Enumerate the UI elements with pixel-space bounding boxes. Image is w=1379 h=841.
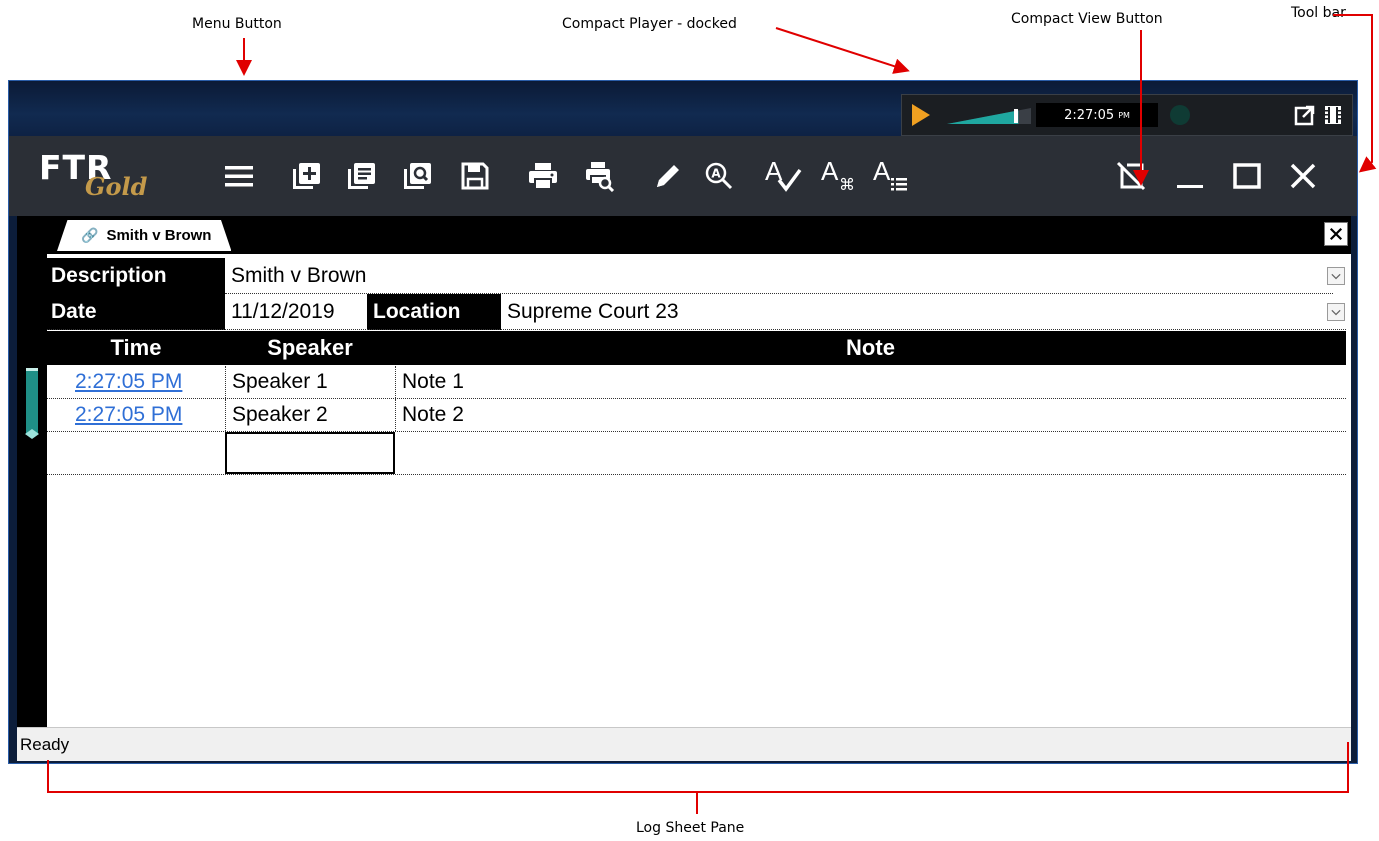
description-label: Description xyxy=(47,258,225,294)
location-value[interactable]: Supreme Court 23 xyxy=(501,294,1321,330)
text-shortcut-icon[interactable]: A ⌘ xyxy=(819,156,859,196)
menu-icon[interactable] xyxy=(223,160,255,192)
time-cell[interactable] xyxy=(47,432,225,474)
description-row: Description Smith v Brown xyxy=(47,258,1351,294)
divider xyxy=(47,329,1346,330)
description-value[interactable]: Smith v Brown xyxy=(225,258,1325,294)
time-link[interactable]: 2:27:05 PM xyxy=(75,403,182,427)
close-tab-button[interactable] xyxy=(1324,222,1348,246)
tab-strip: 🔗 Smith v Brown xyxy=(17,216,1351,254)
timeline-marker-icon[interactable] xyxy=(17,366,47,456)
svg-text:A: A xyxy=(821,156,839,186)
date-label: Date xyxy=(47,294,225,330)
tab-smith-v-brown[interactable]: 🔗 Smith v Brown xyxy=(57,220,232,251)
callout-compact-player: Compact Player - docked xyxy=(562,16,737,32)
pencil-icon[interactable] xyxy=(652,160,684,192)
status-bar: Ready xyxy=(17,727,1351,761)
new-log-icon[interactable] xyxy=(290,160,322,192)
callout-compact-view-button: Compact View Button xyxy=(1011,11,1163,27)
volume-knob[interactable] xyxy=(1014,109,1019,123)
tab-label: Smith v Brown xyxy=(106,227,212,244)
note-cell[interactable]: Note 1 xyxy=(395,366,1346,398)
speaker-cell[interactable]: Speaker 2 xyxy=(225,399,395,431)
player-time: 2:27:05 xyxy=(1064,107,1115,123)
maximize-icon[interactable] xyxy=(1231,160,1263,192)
arrow-compact-player xyxy=(775,27,910,74)
svg-text:A: A xyxy=(873,156,891,186)
callout-tool-bar: Tool bar xyxy=(1291,5,1346,21)
date-location-row: Date 11/12/2019 Location Supreme Court 2… xyxy=(47,294,1351,330)
column-headers: Time Speaker Note xyxy=(47,331,1346,365)
callout-menu-button: Menu Button xyxy=(192,16,282,32)
close-icon[interactable] xyxy=(1287,160,1319,192)
time-cell[interactable]: 2:27:05 PM xyxy=(47,366,225,398)
table-row[interactable]: 2:27:05 PM Speaker 1 Note 1 xyxy=(47,366,1346,398)
logo-gold: Gold xyxy=(85,172,148,201)
text-list-icon[interactable]: A xyxy=(871,156,911,196)
volume-slider[interactable] xyxy=(947,108,1031,124)
note-cell[interactable]: Note 2 xyxy=(395,399,1346,431)
player-ampm: PM xyxy=(1118,110,1130,120)
divider xyxy=(47,474,1346,475)
speaker-cell-active[interactable] xyxy=(225,432,395,474)
video-icon[interactable] xyxy=(1322,104,1344,126)
callout-log-sheet-pane: Log Sheet Pane xyxy=(636,820,745,836)
table-row-new[interactable] xyxy=(47,432,1346,474)
description-dropdown[interactable] xyxy=(1327,267,1345,285)
location-dropdown[interactable] xyxy=(1327,303,1345,321)
compact-player: 2:27:05 PM xyxy=(901,94,1353,136)
print-preview-icon[interactable] xyxy=(584,160,616,193)
svg-text:⌘: ⌘ xyxy=(839,175,855,194)
find-log-icon[interactable] xyxy=(401,160,433,192)
time-cell[interactable]: 2:27:05 PM xyxy=(47,399,225,431)
location-label: Location xyxy=(367,294,501,330)
ftr-gold-logo: FTR Gold xyxy=(37,148,177,204)
table-row[interactable]: 2:27:05 PM Speaker 2 Note 2 xyxy=(47,399,1346,431)
tool-bar: FTR Gold A A A ⌘ A xyxy=(9,136,1357,216)
player-time-display: 2:27:05 PM xyxy=(1036,103,1158,127)
time-link[interactable]: 2:27:05 PM xyxy=(75,370,182,394)
volume-bar xyxy=(947,108,1031,124)
date-value[interactable]: 11/12/2019 xyxy=(225,294,365,330)
note-cell[interactable] xyxy=(395,432,1346,474)
status-text: Ready xyxy=(20,734,70,754)
minimize-icon[interactable] xyxy=(1174,160,1206,192)
column-header-time[interactable]: Time xyxy=(47,331,225,365)
speaker-cell[interactable]: Speaker 1 xyxy=(225,366,395,398)
close-tab-icon xyxy=(1329,227,1343,241)
search-icon[interactable]: A xyxy=(703,160,735,192)
open-log-icon[interactable] xyxy=(345,160,377,192)
svg-text:A: A xyxy=(711,167,721,181)
column-header-speaker[interactable]: Speaker xyxy=(225,331,395,365)
print-icon[interactable] xyxy=(527,160,559,192)
timeline-gutter xyxy=(17,254,47,727)
chevron-down-icon xyxy=(1331,309,1341,316)
log-sheet-pane: Description Smith v Brown Date 11/12/201… xyxy=(17,254,1351,727)
play-icon[interactable] xyxy=(912,104,930,126)
save-icon[interactable] xyxy=(459,160,491,192)
ftr-gold-window: 2:27:05 PM FTR Gold A A A ⌘ A 🔗 Smith v … xyxy=(8,80,1358,764)
column-header-note[interactable]: Note xyxy=(395,331,1346,365)
record-indicator-icon xyxy=(1170,105,1190,125)
undock-icon[interactable] xyxy=(1294,104,1316,126)
link-icon: 🔗 xyxy=(81,227,99,243)
chevron-down-icon xyxy=(1331,273,1341,280)
spell-check-icon[interactable]: A xyxy=(763,156,803,196)
log-grid: Description Smith v Brown Date 11/12/201… xyxy=(47,254,1351,727)
compact-view-icon[interactable] xyxy=(1115,160,1147,192)
